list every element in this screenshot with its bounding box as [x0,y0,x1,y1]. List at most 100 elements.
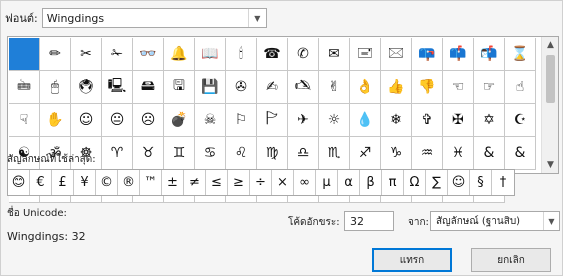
symbol-cell[interactable]: 🖂 [381,38,412,71]
symbol-cell[interactable]: ☹ [133,104,164,137]
symbol-cell[interactable]: ✈ [288,104,319,137]
symbol-cell[interactable]: 😐 [102,104,133,137]
symbol-cell[interactable]: 💾 [195,71,226,104]
symbol-cell[interactable]: 📖 [195,38,226,71]
symbol-cell[interactable]: ✏ [40,38,71,71]
symbol-cell[interactable]: ♏ [319,137,350,170]
symbol-cell[interactable]: ☺ [71,104,102,137]
symbol-cell[interactable]: ♑ [381,137,412,170]
font-row: ฟอนต์: Wingdings ▼ [5,7,267,29]
symbol-cell[interactable]: ♋ [195,137,226,170]
font-select[interactable]: Wingdings ▼ [41,8,267,28]
symbol-cell[interactable]: ☜ [443,71,474,104]
symbol-cell[interactable]: ♒ [412,137,443,170]
recent-symbol-cell[interactable]: β [360,170,382,195]
cancel-button[interactable]: ยกเลิก [471,248,551,272]
recent-symbol-cell[interactable]: × [272,170,294,195]
symbol-cell[interactable]: 🏱 [257,104,288,137]
symbol-cell[interactable]: ♉ [133,137,164,170]
symbol-cell[interactable]: 📪 [412,38,443,71]
symbol-cell[interactable]: ☠ [195,104,226,137]
grid-scrollbar[interactable]: ▲ ▼ [541,37,558,173]
symbol-cell[interactable]: 🖫 [164,71,195,104]
symbol-cell[interactable]: 🖴 [133,71,164,104]
symbol-cell[interactable]: ❄ [381,104,412,137]
symbol-cell[interactable]: ♌ [226,137,257,170]
recent-symbol-cell[interactable]: ☺ [448,170,470,195]
symbol-cell[interactable]: 📫 [443,38,474,71]
symbol-cell[interactable]: 💧 [350,104,381,137]
recent-symbol-cell[interactable]: α [338,170,360,195]
symbol-cell[interactable]: ♓ [443,137,474,170]
symbol-cell[interactable]: ✂ [71,38,102,71]
symbol-cell[interactable]: 🖳 [102,71,133,104]
scrollbar-thumb[interactable] [546,55,555,103]
symbol-cell[interactable]: 👓 [133,38,164,71]
recent-symbol-cell[interactable]: µ [316,170,338,195]
symbol-cell[interactable]: ✌ [319,71,350,104]
recent-symbol-cell[interactable]: © [96,170,118,195]
symbol-cell[interactable]: 📬 [474,38,505,71]
symbol-cell[interactable]: 🕯 [226,38,257,71]
symbol-cell[interactable]: 🖱 [40,71,71,104]
recent-symbol-cell[interactable]: § [470,170,492,195]
symbol-cell[interactable]: ✠ [443,104,474,137]
recent-symbol-cell[interactable]: ® [118,170,140,195]
symbol-cell[interactable]: ♎ [288,137,319,170]
recent-symbol-cell[interactable]: € [30,170,52,195]
symbol-cell[interactable]: ♍ [257,137,288,170]
recent-symbol-cell[interactable]: ¥ [74,170,96,195]
symbol-cell[interactable]: ♐ [350,137,381,170]
symbol-cell[interactable]: ♊ [164,137,195,170]
char-code-input[interactable]: 32 [344,211,394,231]
symbol-cell[interactable]: 🖮 [9,71,40,104]
recent-symbol-cell[interactable]: ÷ [250,170,272,195]
symbol-cell[interactable]: 💣 [164,104,195,137]
from-select[interactable]: สัญลักษณ์ (ฐานสิบ) ▼ [430,211,560,231]
symbol-cell[interactable]: ☎ [257,38,288,71]
chevron-down-icon[interactable]: ▼ [542,157,559,173]
symbol-cell[interactable]: & [474,137,505,170]
insert-button[interactable]: แทรก [372,248,452,272]
symbol-cell[interactable]: ✋ [40,104,71,137]
symbol-cell[interactable]: ✍ [257,71,288,104]
symbol-cell[interactable]: 👍 [381,71,412,104]
symbol-cell[interactable]: ☞ [474,71,505,104]
symbol-cell[interactable]: & [505,137,536,170]
symbol-cell[interactable]: ✡ [474,104,505,137]
symbol-cell[interactable]: ✞ [412,104,443,137]
symbol-cell[interactable]: 🖎 [288,71,319,104]
symbol-cell[interactable]: 👌 [350,71,381,104]
recent-symbol-cell[interactable]: £ [52,170,74,195]
chevron-up-icon[interactable]: ▲ [542,37,559,53]
symbol-cell[interactable]: ✆ [288,38,319,71]
recent-symbol-cell[interactable]: ∞ [294,170,316,195]
recent-symbol-cell[interactable]: † [492,170,514,195]
symbol-cell[interactable]: ✁ [102,38,133,71]
recent-symbol-cell[interactable]: ± [162,170,184,195]
recent-symbol-cell[interactable]: ∑ [426,170,448,195]
recent-symbol-cell[interactable]: 😊 [8,170,30,195]
symbol-cell[interactable]: 👎 [412,71,443,104]
symbol-cell[interactable]: ☟ [9,104,40,137]
recent-symbol-cell[interactable]: Ω [404,170,426,195]
symbol-cell[interactable]: ☪ [505,104,536,137]
symbol-cell[interactable]: 🔔 [164,38,195,71]
chevron-down-icon[interactable]: ▼ [247,9,266,27]
recent-symbol-cell[interactable]: ≥ [228,170,250,195]
symbol-cell[interactable]: ☼ [319,104,350,137]
symbol-cell[interactable]: ☝ [505,71,536,104]
recent-symbol-cell[interactable]: ™ [140,170,162,195]
symbol-cell[interactable]: ♈ [102,137,133,170]
recent-symbol-cell[interactable]: ≤ [206,170,228,195]
recent-symbol-cell[interactable]: π [382,170,404,195]
symbol-cell[interactable]: ✉ [319,38,350,71]
symbol-cell[interactable]: ⚐ [226,104,257,137]
symbol-cell[interactable]: 🖲 [71,71,102,104]
symbol-cell[interactable]: ⌛ [505,38,536,71]
symbol-cell[interactable]: 🖃 [350,38,381,71]
chevron-down-icon[interactable]: ▼ [543,212,559,230]
symbol-cell[interactable]: ✇ [226,71,257,104]
recent-symbol-cell[interactable]: ≠ [184,170,206,195]
symbol-cell[interactable] [9,38,40,71]
